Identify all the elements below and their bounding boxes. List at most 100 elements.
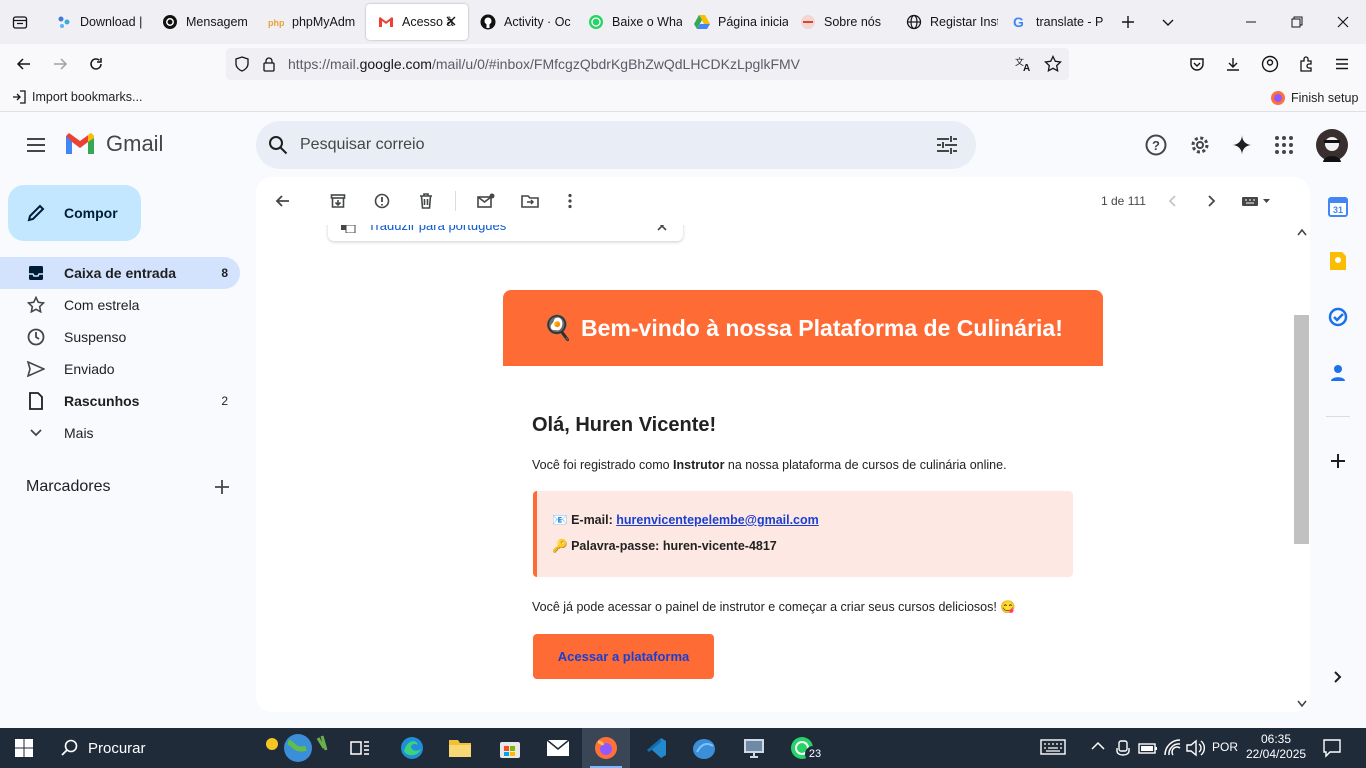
tab-label: Activity · Oc: [504, 15, 571, 29]
close-tab-icon[interactable]: [444, 14, 458, 28]
search-bar[interactable]: Pesquisar correio: [256, 121, 976, 169]
windows-start-icon[interactable]: [0, 728, 48, 768]
nav-item-starred[interactable]: Com estrela: [0, 289, 240, 321]
wifi-icon[interactable]: [1163, 739, 1183, 757]
add-label-icon[interactable]: [210, 475, 234, 499]
tab-acesso-active[interactable]: Acesso à: [366, 4, 468, 40]
email-address-link[interactable]: hurenvicentepelembe@gmail.com: [616, 513, 819, 527]
notifications-icon[interactable]: [1322, 738, 1342, 758]
microsoft-store-icon[interactable]: [486, 728, 534, 768]
search-icon[interactable]: [268, 135, 288, 155]
move-to-folder-icon[interactable]: [514, 189, 546, 213]
tab-translate[interactable]: G translate - P: [1000, 4, 1104, 40]
more-options-icon[interactable]: [554, 189, 586, 213]
translate-icon[interactable]: 文A: [1015, 56, 1033, 72]
task-view-icon[interactable]: [336, 728, 384, 768]
dismiss-translate-icon[interactable]: [656, 225, 668, 232]
settings-gear-icon[interactable]: [1184, 129, 1216, 161]
lock-icon[interactable]: [262, 56, 276, 72]
nav-item-more[interactable]: Mais: [0, 417, 240, 449]
forward-arrow-icon[interactable]: [44, 48, 76, 80]
url-text[interactable]: https://mail.google.com/mail/u/0/#inbox/…: [288, 56, 800, 72]
expand-panel-chevron-icon[interactable]: [1326, 665, 1350, 689]
battery-icon[interactable]: [1138, 740, 1158, 756]
tab-sobre-nos[interactable]: Sobre nós: [788, 4, 892, 40]
help-icon[interactable]: ?: [1140, 129, 1172, 161]
star-icon: [26, 295, 46, 315]
new-tab-icon[interactable]: [1108, 0, 1148, 44]
next-message-chevron-icon[interactable]: [1196, 189, 1228, 213]
prev-message-chevron-icon[interactable]: [1156, 189, 1188, 213]
tab-list-icon[interactable]: [0, 0, 40, 44]
close-window-icon[interactable]: [1320, 0, 1366, 44]
tasks-icon[interactable]: [1326, 305, 1350, 329]
search-input[interactable]: Pesquisar correio: [300, 136, 425, 154]
touch-keyboard-icon[interactable]: [1040, 738, 1066, 756]
mail-app-icon[interactable]: [534, 728, 582, 768]
finish-setup-button[interactable]: Finish setup: [1270, 90, 1358, 106]
taskbar-search[interactable]: Procurar: [48, 728, 336, 768]
mysql-workbench-icon[interactable]: [680, 728, 728, 768]
menu-hamburger-icon[interactable]: [1326, 48, 1358, 80]
clock[interactable]: 06:35 22/04/2025: [1246, 732, 1306, 762]
edge-browser-icon[interactable]: [388, 728, 436, 768]
scrollbar-thumb[interactable]: [1294, 315, 1309, 544]
gemini-sparkle-icon[interactable]: [1226, 129, 1258, 161]
restore-icon[interactable]: [1274, 0, 1320, 44]
vscode-icon[interactable]: [632, 728, 680, 768]
nav-item-snoozed[interactable]: Suspenso: [0, 321, 240, 353]
avatar[interactable]: [1315, 128, 1349, 162]
translate-link[interactable]: Traduzir para português: [368, 225, 506, 233]
scroll-down-chevron-icon[interactable]: [1297, 700, 1307, 708]
compose-button[interactable]: Compor: [8, 185, 141, 241]
nav-item-sent[interactable]: Enviado: [0, 353, 240, 385]
keep-icon[interactable]: [1326, 249, 1350, 273]
calendar-icon[interactable]: 31: [1326, 195, 1350, 219]
tab-registar[interactable]: Registar Inst: [894, 4, 998, 40]
apps-grid-icon[interactable]: [1268, 129, 1300, 161]
archive-icon[interactable]: [322, 189, 354, 213]
tab-activity[interactable]: Activity · Oc: [468, 4, 576, 40]
access-platform-button[interactable]: Acessar a plataforma: [533, 634, 714, 679]
pocket-icon[interactable]: [1181, 48, 1213, 80]
report-spam-icon[interactable]: [366, 189, 398, 213]
file-explorer-icon[interactable]: [436, 728, 484, 768]
show-hidden-icons-chevron-icon[interactable]: [1091, 741, 1105, 751]
main-menu-icon[interactable]: [20, 133, 52, 157]
input-tools-keyboard-icon[interactable]: [1236, 189, 1276, 213]
delete-trash-icon[interactable]: [410, 189, 442, 213]
contacts-icon[interactable]: [1326, 361, 1350, 385]
gmail-logo[interactable]: Gmail: [64, 131, 163, 157]
reload-icon[interactable]: [80, 48, 112, 80]
nav-item-inbox[interactable]: Caixa de entrada 8: [0, 257, 240, 289]
meet-now-icon[interactable]: [1115, 739, 1131, 757]
search-options-icon[interactable]: [936, 135, 958, 155]
site-logo-icon: [800, 14, 816, 30]
scroll-up-chevron-icon[interactable]: [1297, 228, 1307, 236]
account-icon[interactable]: [1254, 48, 1286, 80]
extensions-icon[interactable]: [1290, 48, 1322, 80]
tab-download[interactable]: Download |: [44, 4, 150, 40]
back-arrow-icon[interactable]: [8, 48, 40, 80]
downloads-icon[interactable]: [1217, 48, 1249, 80]
volume-icon[interactable]: [1186, 739, 1206, 757]
input-language[interactable]: POR: [1212, 740, 1238, 754]
url-bar[interactable]: https://mail.google.com/mail/u/0/#inbox/…: [226, 48, 1069, 80]
firefox-taskbar-icon[interactable]: [582, 728, 630, 768]
tab-whatsapp[interactable]: Baixe o Wha: [576, 4, 682, 40]
tab-mensagem[interactable]: Mensagem: [150, 4, 256, 40]
tab-phpmyadmin[interactable]: php phpMyAdm: [256, 4, 362, 40]
message-scrollbar[interactable]: [1293, 225, 1310, 712]
remote-desktop-icon[interactable]: [730, 728, 778, 768]
add-addon-icon[interactable]: [1326, 449, 1350, 473]
tracking-shield-icon[interactable]: [234, 56, 250, 72]
nav-item-drafts[interactable]: Rascunhos 2: [0, 385, 240, 417]
import-bookmarks-button[interactable]: Import bookmarks...: [12, 90, 142, 104]
bookmark-star-icon[interactable]: [1044, 55, 1062, 73]
minimize-icon[interactable]: [1228, 0, 1274, 44]
back-to-inbox-icon[interactable]: [266, 189, 298, 213]
taskbar-search-input[interactable]: Procurar: [88, 740, 146, 757]
mark-unread-icon[interactable]: [470, 189, 502, 213]
tab-overflow-chevron-icon[interactable]: [1148, 0, 1188, 44]
tab-pagina-inicial[interactable]: Página inicia: [682, 4, 788, 40]
